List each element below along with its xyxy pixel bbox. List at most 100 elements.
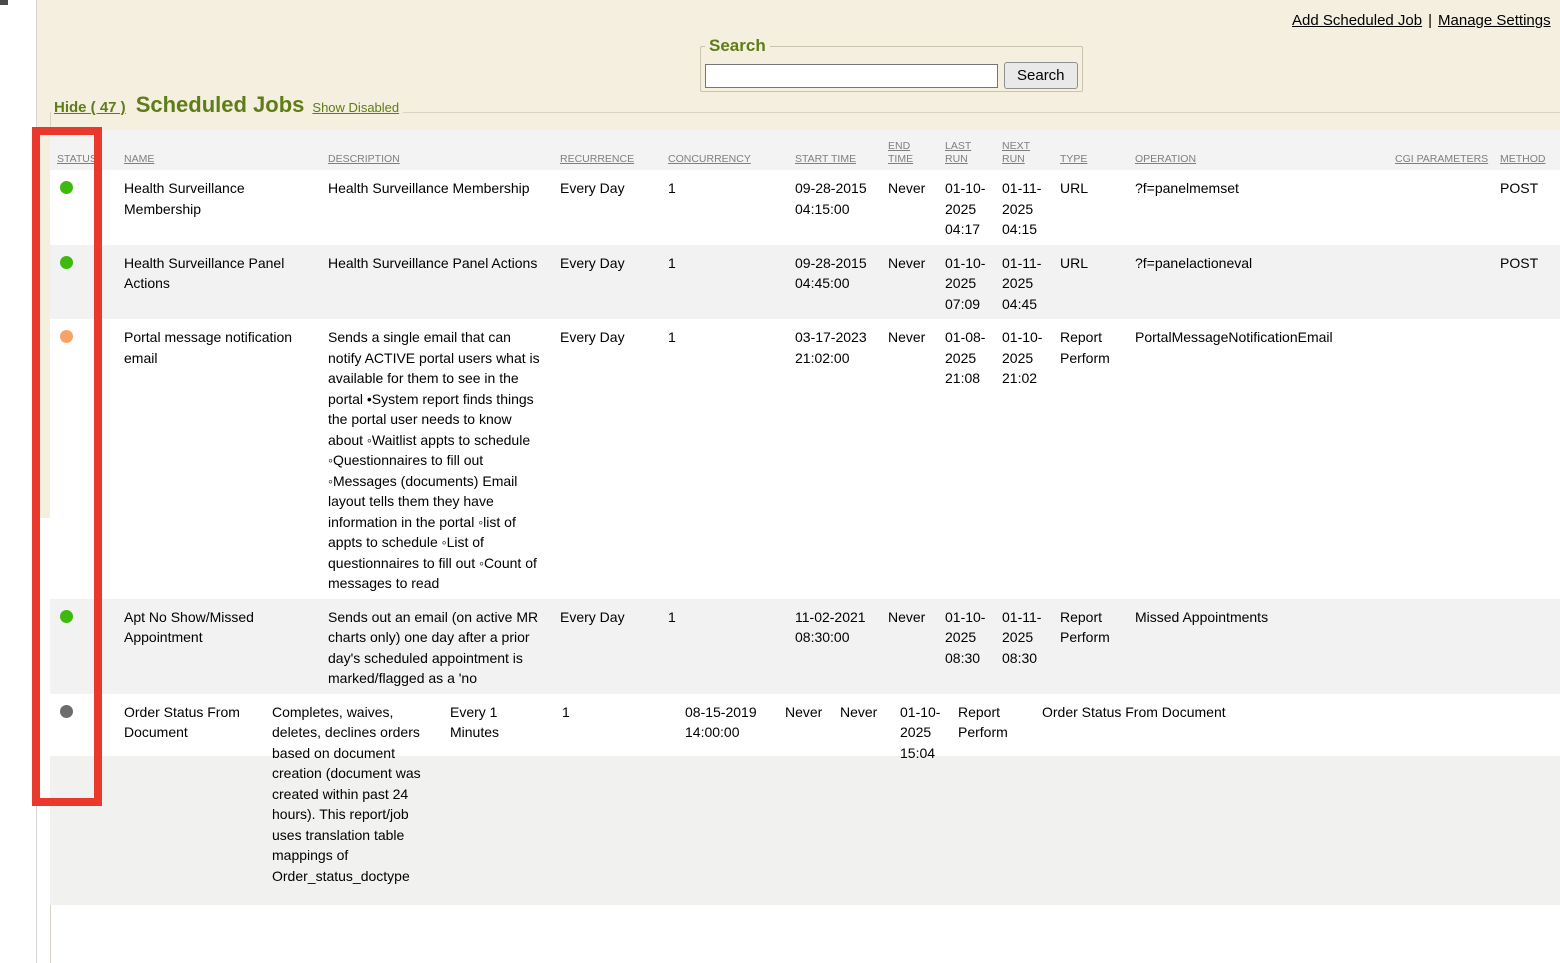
cell-next-run: 01-10-2025 15:04	[900, 694, 958, 905]
cell-method	[1500, 599, 1560, 694]
cell-cgi-parameters	[1395, 170, 1500, 245]
column-header-status: STATUS	[50, 153, 124, 170]
column-header-operation: OPERATION	[1135, 153, 1395, 170]
cell-recurrence: Every Day	[560, 599, 668, 694]
cell-concurrency: 1	[668, 170, 795, 245]
show-disabled-link[interactable]: Show Disabled	[312, 100, 399, 115]
cell-next-run: 01-11-2025 04:45	[1002, 245, 1060, 320]
cell-status	[50, 245, 124, 320]
column-header-method: METHOD	[1500, 153, 1560, 170]
sort-start-time-link[interactable]: START TIME	[795, 153, 856, 165]
cell-status	[50, 170, 124, 245]
cell-name: Health Surveillance Membership	[124, 170, 328, 245]
cell-last-run: Never	[840, 694, 900, 905]
cell-description: Health Surveillance Membership	[328, 170, 560, 245]
cell-description: Sends out an email (on active MR charts …	[328, 599, 560, 694]
cell-next-run: 01-11-2025 08:30	[1002, 599, 1060, 694]
cell-start-time: 11-02-2021 08:30:00	[795, 599, 888, 694]
cell-name: Health Surveillance Panel Actions	[124, 245, 328, 320]
manage-settings-link[interactable]: Manage Settings	[1438, 12, 1551, 29]
cell-concurrency: 1	[668, 599, 795, 694]
cell-type: Report Perform	[1060, 599, 1135, 694]
column-header-type: TYPE	[1060, 153, 1135, 170]
cell-name: Portal message notification email	[124, 319, 328, 599]
sort-recurrence-link[interactable]: RECURRENCE	[560, 153, 634, 165]
cell-status	[50, 319, 124, 599]
status-dot-gray	[60, 705, 73, 718]
column-header-start-time: START TIME	[795, 153, 888, 170]
scheduled-jobs-table: STATUS NAME DESCRIPTION RECURRENCE CONCU…	[50, 130, 1560, 905]
cell-type: Report Perform	[958, 694, 1042, 905]
cell-recurrence: Every Day	[560, 319, 668, 599]
cell-type: URL	[1060, 245, 1135, 320]
column-header-cgi-parameters: CGI PARAMETERS	[1395, 153, 1500, 170]
cell-name: Order Status From Document	[124, 694, 272, 905]
top-links: Add Scheduled Job | Manage Settings	[1292, 12, 1551, 29]
cell-end-time: Never	[888, 245, 945, 320]
cell-cgi-parameters	[1395, 599, 1500, 694]
column-header-name: NAME	[124, 153, 328, 170]
search-input[interactable]	[705, 64, 998, 88]
cell-next-run: 01-11-2025 04:15	[1002, 170, 1060, 245]
cell-cgi-parameters	[1395, 319, 1500, 599]
page-left-band	[37, 130, 50, 518]
status-dot-orange	[60, 330, 73, 343]
cell-end-time: Never	[888, 599, 945, 694]
page-title: Scheduled Jobs	[136, 92, 305, 118]
status-dot-green	[60, 256, 73, 269]
sort-concurrency-link[interactable]: CONCURRENCY	[668, 153, 751, 165]
table-header-row: STATUS NAME DESCRIPTION RECURRENCE CONCU…	[50, 130, 1560, 170]
table-row: Portal message notification emailSends a…	[50, 319, 1560, 599]
sort-end-time-link[interactable]: END TIME	[888, 140, 913, 165]
sort-last-run-link[interactable]: LAST RUN	[945, 140, 971, 165]
cell-operation: ?f=panelmemset	[1135, 170, 1395, 245]
table-body: Health Surveillance MembershipHealth Sur…	[50, 170, 1560, 905]
cell-concurrency: 1	[562, 694, 685, 905]
cell-end-time: Never	[888, 170, 945, 245]
sort-operation-link[interactable]: OPERATION	[1135, 153, 1196, 165]
column-header-description: DESCRIPTION	[328, 153, 560, 170]
sort-name-link[interactable]: NAME	[124, 153, 154, 165]
cell-end-time: Never	[888, 319, 945, 599]
hide-count-link[interactable]: Hide ( 47 )	[54, 99, 126, 116]
panel-border-top	[403, 112, 1560, 113]
table-row: Health Surveillance Panel ActionsHealth …	[50, 245, 1560, 320]
cell-method: POST	[1500, 170, 1560, 245]
cell-last-run: 01-10-2025 08:30	[945, 599, 1002, 694]
cell-start-time: 08-15-2019 14:00:00	[685, 694, 785, 905]
add-scheduled-job-link[interactable]: Add Scheduled Job	[1292, 12, 1422, 29]
sort-status-link[interactable]: STATUS	[57, 153, 97, 165]
cell-operation: ?f=panelactioneval	[1135, 245, 1395, 320]
column-header-next-run: NEXT RUN	[1002, 140, 1060, 170]
table-row: Health Surveillance MembershipHealth Sur…	[50, 170, 1560, 245]
sort-method-link[interactable]: METHOD	[1500, 153, 1546, 165]
sort-type-link[interactable]: TYPE	[1060, 153, 1087, 165]
left-gutter	[0, 0, 37, 963]
cell-name: Apt No Show/Missed Appointment	[124, 599, 328, 694]
scheduled-jobs-page: Add Scheduled Job | Manage Settings Search…	[0, 0, 1560, 963]
cell-type: Report Perform	[1060, 319, 1135, 599]
sort-description-link[interactable]: DESCRIPTION	[328, 153, 400, 165]
sort-cgi-parameters-link[interactable]: CGI PARAMETERS	[1395, 153, 1488, 165]
cell-concurrency: 1	[668, 319, 795, 599]
table-row: Order Status From DocumentCompletes, wai…	[50, 694, 1560, 905]
scrollbar-thumb[interactable]	[0, 0, 8, 5]
cell-type: URL	[1060, 170, 1135, 245]
cell-method: POST	[1500, 245, 1560, 320]
column-header-last-run: LAST RUN	[945, 140, 1002, 170]
jobs-panel-legend: Hide ( 47 ) Scheduled Jobs Show Disabled	[54, 92, 399, 118]
status-dot-green	[60, 181, 73, 194]
cell-description: Health Surveillance Panel Actions	[328, 245, 560, 320]
cell-operation: Missed Appointments	[1135, 599, 1395, 694]
cell-last-run: 01-10-2025 04:17	[945, 170, 1002, 245]
column-header-concurrency: CONCURRENCY	[668, 153, 795, 170]
cell-start-time: 09-28-2015 04:45:00	[795, 245, 888, 320]
cell-last-run: 01-08-2025 21:08	[945, 319, 1002, 599]
link-separator: |	[1428, 12, 1432, 29]
cell-recurrence: Every Day	[560, 245, 668, 320]
search-button[interactable]: Search	[1004, 62, 1078, 89]
status-dot-green	[60, 610, 73, 623]
cell-operation: PortalMessageNotificationEmail	[1135, 319, 1395, 599]
sort-next-run-link[interactable]: NEXT RUN	[1002, 140, 1030, 165]
search-panel: Search Search	[700, 36, 1083, 92]
